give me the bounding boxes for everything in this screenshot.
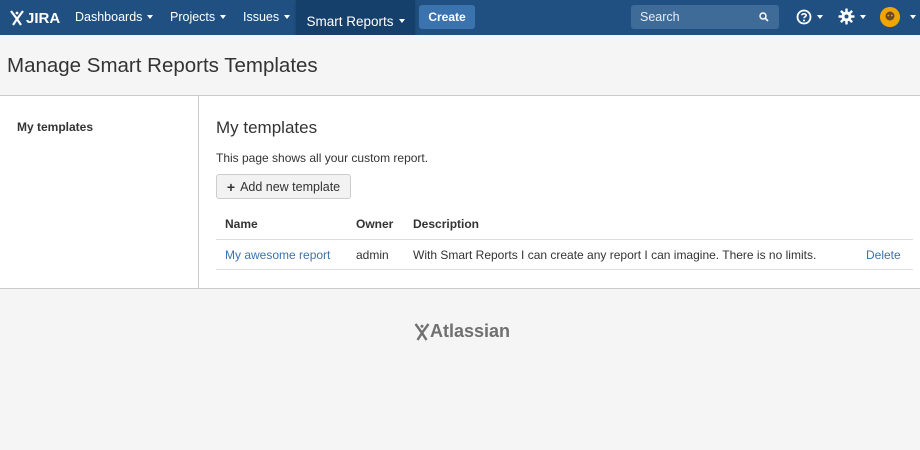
delete-link[interactable]: Delete — [866, 248, 901, 262]
column-header-name: Name — [225, 217, 258, 231]
help-icon — [796, 9, 812, 25]
nav-projects[interactable]: Projects — [170, 10, 227, 24]
gear-icon — [838, 8, 855, 25]
add-new-template-label: Add new template — [240, 179, 341, 194]
nav-issues[interactable]: Issues — [243, 10, 291, 24]
page-title: Manage Smart Reports Templates — [7, 54, 318, 77]
top-navigation-bar: JIRA Dashboards Projects Issues Smart Re… — [0, 0, 920, 48]
chevron-down-icon — [284, 15, 291, 19]
add-new-template-button[interactable]: + Add new template — [216, 174, 351, 199]
chevron-down-icon[interactable] — [910, 15, 916, 19]
table-header-divider — [216, 239, 913, 240]
search-placeholder: Search — [640, 10, 680, 24]
chevron-down-icon — [147, 15, 154, 19]
help-menu[interactable] — [796, 9, 823, 25]
section-heading: My templates — [216, 118, 318, 137]
chevron-down-icon — [817, 15, 823, 19]
nav-smart-reports-label: Smart Reports — [306, 13, 394, 29]
column-header-owner: Owner — [356, 217, 394, 231]
template-owner: admin — [356, 248, 389, 262]
atlassian-logo[interactable]: Atlassian — [414, 321, 510, 342]
table-bottom-divider — [216, 269, 913, 270]
sidebar: My templates — [0, 96, 199, 288]
user-avatar-icon — [880, 7, 900, 27]
column-header-description: Description — [413, 217, 480, 231]
jira-logo[interactable]: JIRA — [10, 9, 60, 27]
nav-projects-label: Projects — [170, 10, 216, 24]
template-name-link[interactable]: My awesome report — [225, 248, 330, 262]
template-description: With Smart Reports I can create any repo… — [413, 248, 817, 262]
content-panel: My templates My templates This page show… — [0, 96, 920, 289]
nav-issues-label: Issues — [243, 10, 280, 24]
chevron-down-icon — [860, 14, 866, 19]
nav-dashboards[interactable]: Dashboards — [75, 10, 154, 24]
footer-logo-text: Atlassian — [430, 321, 511, 341]
chevron-down-icon — [398, 19, 405, 23]
logo-text: JIRA — [26, 9, 61, 27]
page-header: Manage Smart Reports Templates — [0, 35, 920, 96]
create-button[interactable]: Create — [419, 5, 475, 29]
nav-dashboards-label: Dashboards — [75, 10, 143, 24]
plus-icon: + — [226, 178, 236, 195]
sidebar-item-my-templates[interactable]: My templates — [17, 120, 93, 134]
jira-logo-icon — [10, 10, 24, 26]
settings-menu[interactable] — [838, 8, 866, 25]
avatar[interactable] — [880, 7, 900, 27]
atlassian-logo-icon — [414, 322, 430, 341]
search-input[interactable]: Search — [631, 5, 779, 29]
search-icon[interactable] — [759, 12, 769, 22]
section-description: This page shows all your custom report. — [216, 151, 429, 165]
chevron-down-icon — [220, 15, 227, 19]
